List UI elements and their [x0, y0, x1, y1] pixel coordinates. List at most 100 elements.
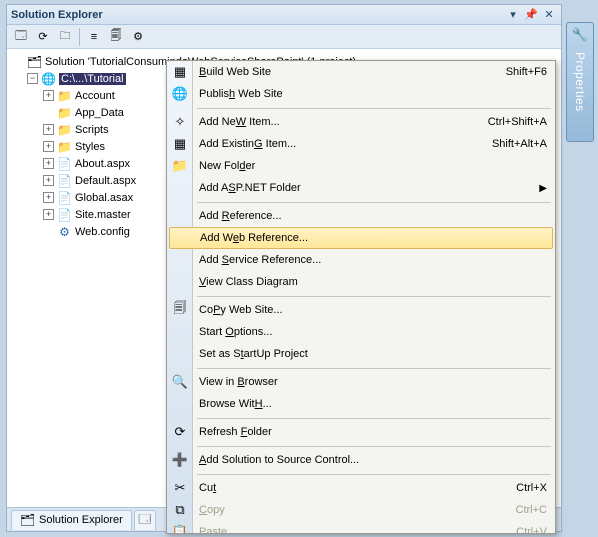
- menu-item-add-asp-net-folder[interactable]: Add ASP.NET Folder▶: [167, 177, 555, 199]
- tree-item-label: Site.master: [75, 209, 131, 221]
- nest-icon[interactable]: 🗀: [55, 27, 75, 47]
- project-icon: 🌐: [41, 71, 56, 86]
- dock-label: Properties: [573, 52, 587, 112]
- menu-item-copy: ⧉ CopyCtrl+C: [167, 499, 555, 521]
- solution-icon: 🗂: [27, 54, 42, 69]
- menu-shortcut: Shift+F6: [506, 66, 547, 78]
- menu-item-add-service-reference[interactable]: Add Service Reference...: [167, 249, 555, 271]
- pin-icon[interactable]: 📌: [523, 7, 539, 23]
- menu-shortcut: Ctrl+X: [516, 482, 547, 494]
- existitem-icon: ▦: [171, 135, 189, 153]
- tab-other[interactable]: 🗔: [134, 510, 156, 530]
- file-icon: 📄: [57, 207, 72, 222]
- tab-other-icon: 🗔: [137, 513, 152, 528]
- menu-item-label: Add Reference...: [199, 210, 547, 222]
- menu-shortcut: Ctrl+C: [516, 504, 547, 516]
- menu-item-label: Add Web Reference...: [200, 232, 544, 244]
- menu-item-label: Paste: [199, 526, 516, 534]
- expand-icon[interactable]: +: [43, 209, 54, 220]
- menu-item-label: Add NeW Item...: [199, 116, 488, 128]
- expand-icon[interactable]: +: [43, 175, 54, 186]
- tree-item-label: Default.aspx: [75, 175, 136, 187]
- copy-site-icon[interactable]: 🗐: [106, 27, 126, 47]
- context-menu: ▦Build Web SiteShift+F6🌐Publish Web Site…: [166, 60, 556, 534]
- menu-item-new-folder[interactable]: 📁New Folder: [167, 155, 555, 177]
- menu-item-add-existing-item[interactable]: ▦ Add ExistinG Item...Shift+Alt+A: [167, 133, 555, 155]
- dropdown-icon[interactable]: ▾: [505, 7, 521, 23]
- copyweb-icon: 🗐: [171, 301, 189, 319]
- menu-shortcut: Ctrl+V: [516, 526, 547, 534]
- copy-icon: ⧉: [171, 501, 189, 519]
- toolbar: 🗔 ⟳ 🗀 ≡ 🗐 ⚙: [7, 25, 561, 49]
- menu-item-label: Add ExistinG Item...: [199, 138, 492, 150]
- properties-dock-tab[interactable]: 🔧 Properties: [566, 22, 594, 142]
- menu-item-label: Cut: [199, 482, 516, 494]
- no-expand: [43, 226, 54, 237]
- publish-icon: 🌐: [171, 85, 189, 103]
- menu-item-label: Browse WitH...: [199, 398, 547, 410]
- folder-icon: 📁: [57, 105, 72, 120]
- submenu-arrow-icon: ▶: [539, 183, 547, 194]
- refresh-icon: ⟳: [171, 423, 189, 441]
- expand-icon[interactable]: +: [43, 124, 54, 135]
- menu-item-add-web-reference[interactable]: Add Web Reference...: [169, 227, 553, 249]
- tree-item-label: Account: [75, 90, 115, 102]
- expand-icon[interactable]: +: [43, 90, 54, 101]
- tab-solution-explorer[interactable]: 🗂 Solution Explorer: [11, 510, 132, 530]
- menu-item-label: Add ASP.NET Folder: [199, 182, 539, 194]
- tab-label: Solution Explorer: [39, 514, 123, 526]
- tree-item-label: Styles: [75, 141, 105, 153]
- panel-titlebar: Solution Explorer ▾ 📌 ✕: [7, 5, 561, 25]
- expand-icon[interactable]: +: [43, 192, 54, 203]
- panel-title: Solution Explorer: [11, 9, 503, 21]
- file-icon: 📄: [57, 190, 72, 205]
- tree-item-label: App_Data: [75, 107, 124, 119]
- tab-icon: 🗂: [20, 513, 35, 528]
- folder-icon: 📁: [57, 122, 72, 137]
- menu-item-refresh-folder[interactable]: ⟳Refresh Folder: [167, 421, 555, 443]
- toolbar-separator: [79, 28, 80, 46]
- menu-item-label: Add Solution to Source Control...: [199, 454, 547, 466]
- refresh-icon[interactable]: ⟳: [33, 27, 53, 47]
- menu-shortcut: Shift+Alt+A: [492, 138, 547, 150]
- menu-item-add-solution-to-source-control[interactable]: ➕ Add Solution to Source Control...: [167, 449, 555, 471]
- menu-item-browse-with[interactable]: Browse WitH...: [167, 393, 555, 415]
- menu-item-add-reference[interactable]: Add Reference...: [167, 205, 555, 227]
- tree-item-label: About.aspx: [75, 158, 130, 170]
- view-code-icon[interactable]: ≡: [84, 27, 104, 47]
- wrench-icon: 🔧: [572, 27, 588, 43]
- newitem-icon: ✧: [171, 113, 189, 131]
- collapse-icon[interactable]: −: [27, 73, 38, 84]
- file-icon: 📄: [57, 173, 72, 188]
- no-expand: [43, 107, 54, 118]
- tree-item-label: Web.config: [75, 226, 130, 238]
- scc-icon: ➕: [171, 451, 189, 469]
- expand-icon[interactable]: +: [43, 141, 54, 152]
- menu-item-label: Add Service Reference...: [199, 254, 547, 266]
- properties-icon[interactable]: 🗔: [11, 27, 31, 47]
- paste-icon: 📋: [171, 523, 189, 534]
- menu-item-start-options[interactable]: Start Options...: [167, 321, 555, 343]
- cut-icon: ✂: [171, 479, 189, 497]
- menu-item-view-in-browser[interactable]: 🔍View in Browser: [167, 371, 555, 393]
- browser-icon: 🔍: [171, 373, 189, 391]
- menu-item-paste: 📋 PasteCtrl+V: [167, 521, 555, 534]
- folder-icon: 📁: [57, 139, 72, 154]
- menu-item-copy-web-site[interactable]: 🗐CoPy Web Site...: [167, 299, 555, 321]
- tree-item-label: Global.asax: [75, 192, 133, 204]
- file-icon: ⚙: [57, 224, 72, 239]
- config-icon[interactable]: ⚙: [128, 27, 148, 47]
- folder-icon: 📁: [57, 88, 72, 103]
- menu-item-set-as-startup-project[interactable]: Set as StartUp Project: [167, 343, 555, 365]
- close-icon[interactable]: ✕: [541, 7, 557, 23]
- menu-item-cut[interactable]: ✂ CutCtrl+X: [167, 477, 555, 499]
- menu-item-publish-web-site[interactable]: 🌐Publish Web Site: [167, 83, 555, 105]
- expand-icon[interactable]: +: [43, 158, 54, 169]
- menu-item-build-web-site[interactable]: ▦Build Web SiteShift+F6: [167, 61, 555, 83]
- menu-item-label: Start Options...: [199, 326, 547, 338]
- menu-item-label: View Class Diagram: [199, 276, 547, 288]
- menu-item-view-class-diagram[interactable]: View Class Diagram: [167, 271, 555, 293]
- menu-item-label: New Folder: [199, 160, 547, 172]
- menu-item-label: Copy: [199, 504, 516, 516]
- menu-item-add-new-item[interactable]: ✧Add NeW Item...Ctrl+Shift+A: [167, 111, 555, 133]
